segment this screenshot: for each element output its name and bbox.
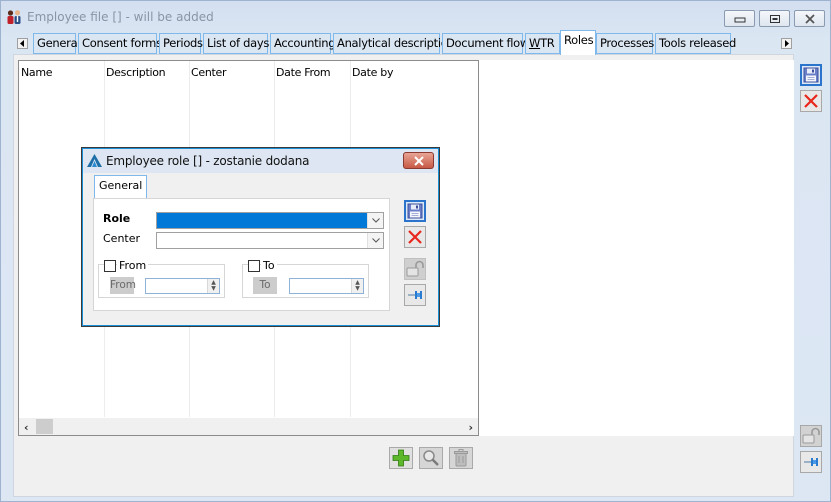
tab-processes[interactable]: Processes bbox=[596, 33, 654, 54]
window-title: Employee file [] - will be added bbox=[27, 10, 214, 24]
center-label: Center bbox=[103, 232, 141, 245]
tab-wtr[interactable]: WTR bbox=[525, 33, 560, 54]
pin-icon bbox=[408, 291, 422, 299]
pin-icon bbox=[804, 458, 818, 466]
dialog-unlock-button[interactable] bbox=[404, 258, 426, 280]
tab-tools-released[interactable]: Tools released bbox=[655, 33, 736, 54]
scroll-left-icon[interactable]: ‹ bbox=[24, 421, 29, 434]
tab-consent-forms[interactable]: Consent forms bbox=[78, 33, 162, 54]
pin-button[interactable] bbox=[800, 451, 822, 473]
trash-icon bbox=[454, 449, 468, 467]
tab-scroll-right-button[interactable] bbox=[781, 38, 792, 49]
dialog-general-panel: Role Center From From ▲ ▼ To To ▲ ▼ bbox=[93, 198, 390, 311]
restore-icon bbox=[769, 14, 780, 23]
tab-roles[interactable]: Roles bbox=[560, 30, 596, 55]
tab-document-flow[interactable]: Document flow bbox=[442, 33, 529, 54]
save-icon bbox=[407, 203, 423, 219]
spin-arrows-icon[interactable]: ▲ ▼ bbox=[207, 279, 219, 293]
unlock-icon bbox=[802, 427, 820, 444]
add-icon bbox=[392, 449, 410, 467]
tab-list-of-days[interactable]: List of days bbox=[203, 33, 269, 54]
column-header-date-by[interactable]: Date by bbox=[352, 66, 393, 79]
detail-pane bbox=[479, 60, 794, 436]
role-value bbox=[157, 213, 367, 228]
column-header-description[interactable]: Description bbox=[106, 66, 166, 79]
tab-wtr-mnemonic: W bbox=[529, 36, 541, 50]
column-header-date-from[interactable]: Date From bbox=[276, 66, 331, 79]
unlock-button[interactable] bbox=[800, 425, 822, 447]
role-label: Role bbox=[103, 212, 131, 225]
add-button[interactable] bbox=[389, 447, 413, 469]
tab-general[interactable]: General bbox=[33, 33, 81, 54]
center-select[interactable] bbox=[156, 232, 384, 249]
tab-periods[interactable]: Periods bbox=[159, 33, 203, 54]
dialog-close-button[interactable] bbox=[403, 152, 434, 169]
unlock-icon bbox=[406, 260, 424, 277]
to-checkbox-label: To bbox=[261, 259, 277, 272]
dialog-cancel-button[interactable] bbox=[404, 226, 426, 248]
arrow-left-icon bbox=[20, 40, 24, 47]
tab-scroll-left-button[interactable] bbox=[17, 38, 28, 49]
save-button[interactable] bbox=[800, 64, 822, 86]
dialog-pin-button[interactable] bbox=[404, 284, 426, 306]
employee-file-window: Employee file [] - will be added General… bbox=[0, 0, 831, 502]
cancel-button[interactable] bbox=[800, 90, 822, 112]
to-date-input[interactable]: ▲ ▼ bbox=[289, 278, 364, 294]
to-button[interactable]: To bbox=[253, 277, 277, 294]
close-icon bbox=[413, 155, 424, 166]
tab-analytical-description[interactable]: Analytical description bbox=[333, 33, 455, 54]
app-logo-icon bbox=[87, 154, 102, 170]
from-date-input[interactable]: ▲ ▼ bbox=[145, 278, 220, 294]
chevron-down-icon[interactable] bbox=[367, 213, 383, 228]
horizontal-scrollbar[interactable]: ‹ › bbox=[19, 418, 478, 435]
tab-wtr-rest: TR bbox=[540, 36, 555, 50]
column-header-center[interactable]: Center bbox=[191, 66, 227, 79]
arrow-right-icon bbox=[785, 40, 789, 47]
close-icon bbox=[804, 13, 815, 24]
employee-role-dialog: Employee role [] - zostanie dodana Gener… bbox=[81, 147, 440, 327]
to-checkbox[interactable] bbox=[248, 260, 260, 272]
from-checkbox[interactable] bbox=[104, 260, 116, 272]
employees-icon bbox=[6, 9, 22, 25]
minimize-button[interactable] bbox=[724, 10, 755, 27]
title-bar: Employee file [] - will be added bbox=[1, 1, 830, 33]
dialog-title-bar: Employee role [] - zostanie dodana bbox=[83, 149, 438, 173]
restore-button[interactable] bbox=[759, 10, 790, 27]
dialog-title: Employee role [] - zostanie dodana bbox=[106, 154, 310, 168]
minimize-icon bbox=[734, 17, 745, 22]
from-checkbox-label: From bbox=[117, 259, 149, 272]
cancel-icon bbox=[408, 230, 422, 244]
column-header-name[interactable]: Name bbox=[21, 66, 53, 79]
scroll-thumb[interactable] bbox=[36, 419, 53, 434]
tab-accounting[interactable]: Accounting bbox=[270, 33, 336, 54]
view-button[interactable] bbox=[419, 447, 443, 469]
from-button[interactable]: From bbox=[110, 277, 136, 294]
cancel-icon bbox=[804, 94, 818, 108]
save-icon bbox=[803, 67, 819, 83]
close-button[interactable] bbox=[794, 10, 825, 27]
tab-strip: General Consent forms Periods List of da… bbox=[15, 30, 795, 55]
role-select[interactable] bbox=[156, 212, 384, 229]
dialog-save-button[interactable] bbox=[404, 200, 426, 222]
delete-button[interactable] bbox=[449, 447, 473, 469]
dialog-tab-general[interactable]: General bbox=[94, 175, 148, 199]
magnifier-icon bbox=[423, 450, 439, 466]
chevron-down-icon[interactable] bbox=[367, 233, 383, 248]
spin-arrows-icon[interactable]: ▲ ▼ bbox=[351, 279, 363, 293]
scroll-right-icon[interactable]: › bbox=[468, 421, 473, 434]
